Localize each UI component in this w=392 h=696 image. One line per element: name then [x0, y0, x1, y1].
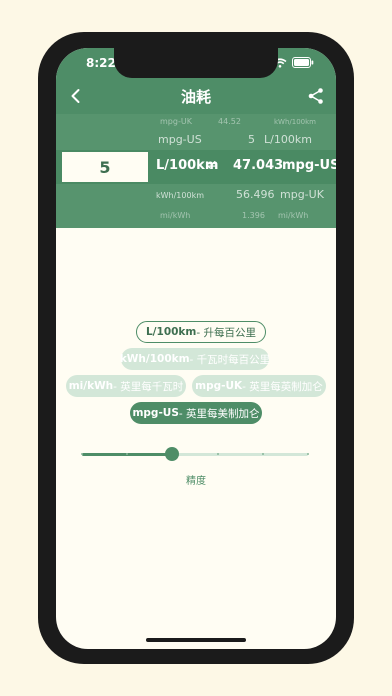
notch	[114, 48, 278, 78]
unit-chip-mikwh[interactable]: mi/kWh - 英里每千瓦时	[66, 375, 186, 397]
home-indicator	[146, 638, 246, 642]
battery-icon	[292, 57, 314, 68]
app-screen: 8:22 油耗 mpg-UK 44.52 kWh/100km mpg-US 5 …	[56, 48, 336, 649]
unit-chip-mpguk[interactable]: mpg-UK - 英里每英制加仑	[192, 375, 326, 397]
unit-options-area: L/100km - 升每百公里 kWh/100km - 千瓦时每百公里 mi/k…	[56, 228, 336, 649]
share-icon[interactable]	[306, 86, 326, 106]
right-value-below-1: 56.496	[236, 188, 275, 201]
left-unit-above-2[interactable]: mpg-UK	[160, 117, 192, 126]
unit-chip-code: kWh/100km	[119, 353, 190, 365]
right-unit-below-2[interactable]: mi/kWh	[278, 211, 308, 220]
unit-chip-desc: - 升每百公里	[196, 326, 256, 339]
precision-slider[interactable]	[81, 444, 309, 464]
left-unit-below-2[interactable]: mi/kWh	[160, 211, 190, 220]
slider-tick	[216, 453, 219, 455]
right-unit-above-1[interactable]: L/100km	[264, 133, 312, 146]
value-input[interactable]: 5	[62, 152, 148, 182]
unit-chip-desc: - 英里每英制加仑	[242, 380, 323, 393]
right-value-below-2: 1.396	[242, 211, 265, 220]
phone-frame: 8:22 油耗 mpg-UK 44.52 kWh/100km mpg-US 5 …	[38, 32, 354, 664]
left-unit-below-1[interactable]: kWh/100km	[156, 191, 204, 200]
status-icons	[273, 57, 314, 68]
right-value-above-2: 44.52	[218, 117, 241, 126]
slider-tick	[81, 453, 83, 455]
precision-label: 精度	[186, 476, 206, 487]
page-title: 油耗	[180, 88, 211, 106]
slider-tick	[261, 453, 264, 455]
unit-chip-code: L/100km	[145, 326, 197, 338]
unit-chip-code: mpg-UK	[195, 380, 243, 392]
slider-thumb[interactable]	[165, 447, 180, 461]
converter-panel: mpg-UK 44.52 kWh/100km mpg-US 5 L/100km …	[56, 114, 336, 228]
result-value: 47.043	[233, 158, 284, 173]
active-conversion-row: 5 L/100km ⇌ 47.043 mpg-US	[56, 150, 336, 184]
unit-chip-desc: - 千瓦时每百公里	[189, 353, 271, 366]
unit-chip-code: mi/kWh	[68, 380, 114, 392]
unit-chip-mpgus[interactable]: mpg-US - 英里每美制加仑	[130, 402, 262, 424]
right-unit-above-2[interactable]: kWh/100km	[274, 118, 316, 126]
right-value-above-1: 5	[248, 133, 255, 146]
left-unit-above-1[interactable]: mpg-US	[158, 133, 202, 146]
unit-chip-desc: - 英里每千瓦时	[113, 380, 184, 393]
unit-chip-kwh100km[interactable]: kWh/100km - 千瓦时每百公里	[119, 348, 271, 370]
swap-icon[interactable]: ⇌	[207, 158, 218, 173]
right-unit-below-1[interactable]: mpg-UK	[280, 188, 324, 201]
status-time: 8:22	[86, 56, 116, 70]
unit-chip-l100km[interactable]: L/100km - 升每百公里	[136, 321, 266, 343]
result-unit-label[interactable]: mpg-US	[282, 158, 336, 173]
slider-tick	[307, 453, 309, 455]
unit-chip-desc: - 英里每美制加仑	[178, 407, 260, 420]
unit-chip-code: mpg-US	[132, 407, 179, 419]
